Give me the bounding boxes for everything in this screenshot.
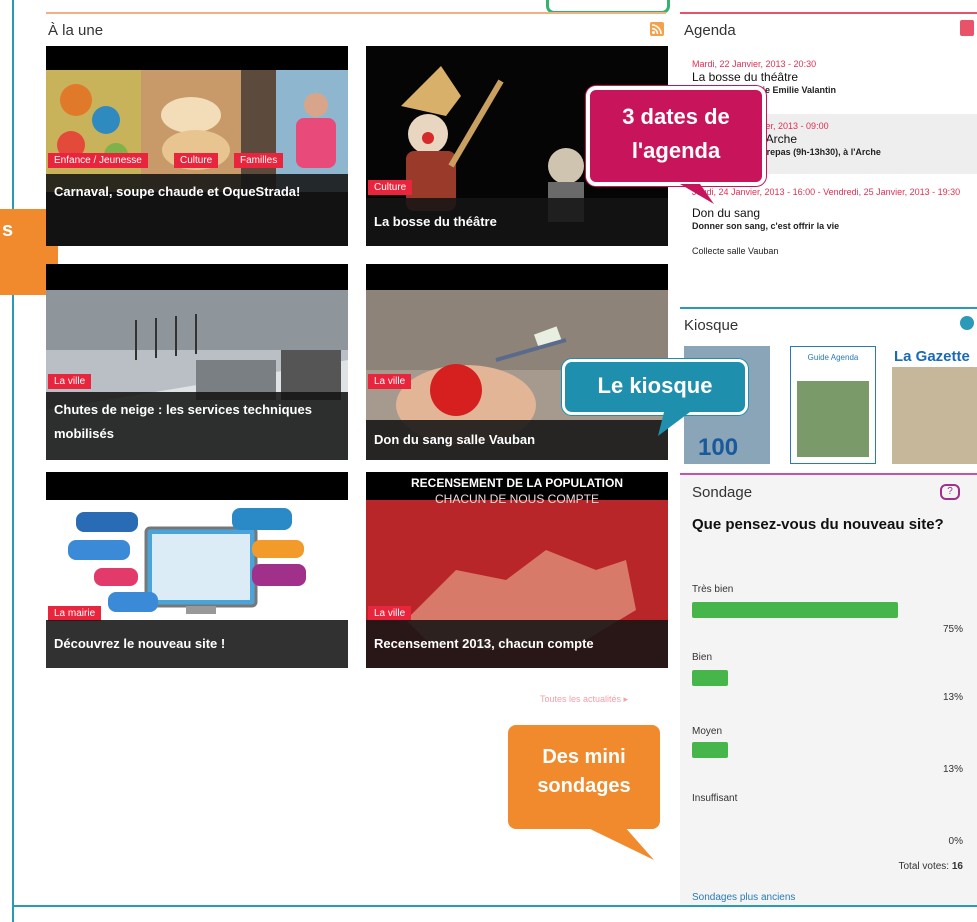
- news-card-neige[interactable]: La ville Chutes de neige : les services …: [46, 264, 348, 460]
- sondage-header: Sondage: [692, 484, 752, 501]
- side-tab-label: s: [2, 219, 14, 241]
- sondage-title: Sondage: [692, 484, 753, 501]
- kiosk-cover[interactable]: La Gazette: [892, 346, 977, 464]
- une-title: À la une: [48, 22, 104, 39]
- rss-icon[interactable]: [650, 22, 664, 36]
- poll-total-value: 16: [951, 861, 963, 872]
- category-badge[interactable]: Enfance / Jeunesse: [48, 153, 148, 168]
- agenda-header: Agenda: [680, 12, 977, 44]
- callout-kiosque-pointer: [658, 412, 690, 436]
- agenda-date: Jeudi, 24 Janvier, 2013 - 16:00 - Vendre…: [692, 187, 961, 197]
- poll-option-label: Bien: [692, 652, 713, 663]
- poster-subline: CHACUN DE NOUS COMPTE: [434, 492, 599, 506]
- agenda-item[interactable]: Jeudi, 24 Janvier, 2013 - 16:00 - Vendre…: [692, 186, 972, 258]
- category-badge[interactable]: Familles: [234, 153, 284, 168]
- agenda-extra: Collecte salle Vauban: [692, 246, 779, 256]
- callout-sondage-pointer: [584, 826, 654, 860]
- calendar-icon[interactable]: [960, 20, 974, 36]
- kiosque-header: Kiosque: [680, 307, 977, 339]
- kiosk-user-icon[interactable]: [960, 316, 974, 330]
- poll-option-label: Très bien: [692, 584, 734, 595]
- une-header: À la une: [46, 12, 666, 40]
- all-news-link[interactable]: Toutes les actualités ▸: [540, 694, 628, 705]
- category-badge[interactable]: Culture: [368, 180, 413, 195]
- poll-icon: ?: [940, 484, 960, 500]
- poster-headline: RECENSEMENT DE LA POPULATION: [410, 476, 623, 490]
- kiosque-title: Kiosque: [684, 317, 739, 334]
- poll-total: Total votes: 16: [899, 861, 964, 872]
- poll-option-label: Insuffisant: [692, 793, 738, 804]
- poll-total-label: Total votes:: [898, 861, 950, 872]
- news-card-recensement[interactable]: RECENSEMENT DE LA POPULATION CHACUN DE N…: [366, 472, 668, 668]
- poll-percent: 13%: [942, 692, 963, 703]
- kiosk-cover-title: La Gazette: [892, 346, 977, 367]
- agenda-title: Agenda: [684, 22, 736, 39]
- poll-option-label: Moyen: [692, 726, 723, 737]
- callout-agenda-pointer: [680, 184, 714, 204]
- callout-sondage: Des mini sondages: [508, 725, 660, 829]
- news-card-carnaval[interactable]: Enfance / Jeunesse Culture Familles Carn…: [46, 46, 348, 246]
- agenda-title[interactable]: Don du sang: [692, 207, 972, 220]
- card-image: [46, 500, 348, 620]
- callout-kiosque-text: Le kiosque: [597, 373, 713, 398]
- poll-percent: 75%: [942, 624, 963, 635]
- category-badge[interactable]: La ville: [368, 374, 412, 389]
- older-polls-link[interactable]: Sondages plus anciens: [692, 892, 795, 903]
- callout-kiosque: Le kiosque: [562, 359, 748, 415]
- card-caption[interactable]: Carnaval, soupe chaude et OqueStrada!: [46, 174, 348, 246]
- poll-bar: [692, 602, 898, 618]
- kiosk-cover[interactable]: Guide Agenda: [790, 346, 876, 464]
- kiosk-cover-title: Guide Agenda: [807, 353, 859, 362]
- kiosk-cover-photo: [797, 381, 869, 457]
- card-caption[interactable]: Recensement 2013, chacun compte: [366, 620, 668, 668]
- callout-agenda: 3 dates de l'agenda: [586, 86, 766, 186]
- card-caption[interactable]: Don du sang salle Vauban: [366, 420, 668, 460]
- category-badge[interactable]: La mairie: [48, 606, 102, 621]
- news-card-nouveau-site[interactable]: La mairie Découvrez le nouveau site !: [46, 472, 348, 668]
- callout-agenda-text: 3 dates de l'agenda: [622, 104, 730, 163]
- agenda-desc: Donner son sang, c'est offrir la vie: [692, 221, 840, 231]
- callout-sondage-text: Des mini sondages: [537, 746, 631, 797]
- category-badge[interactable]: Culture: [174, 153, 219, 168]
- left-frame-border: [0, 0, 14, 922]
- poll-question: Que pensez-vous du nouveau site?: [692, 516, 944, 533]
- poll-bar: [692, 670, 728, 686]
- bottom-border: [14, 905, 977, 907]
- poll-percent: 13%: [942, 764, 963, 775]
- category-badge[interactable]: La ville: [48, 374, 92, 389]
- card-caption[interactable]: La bosse du théâtre: [366, 198, 668, 246]
- card-header-bar: [46, 472, 348, 500]
- card-caption[interactable]: Chutes de neige : les services technique…: [46, 392, 348, 460]
- card-caption[interactable]: Découvrez le nouveau site !: [46, 620, 348, 668]
- poll-percent: 0%: [948, 836, 963, 847]
- kiosk-cover-number: 100: [698, 434, 739, 461]
- category-badge[interactable]: La ville: [368, 606, 412, 621]
- agenda-title[interactable]: La bosse du théâtre: [692, 71, 972, 84]
- poll-bar: [692, 742, 728, 758]
